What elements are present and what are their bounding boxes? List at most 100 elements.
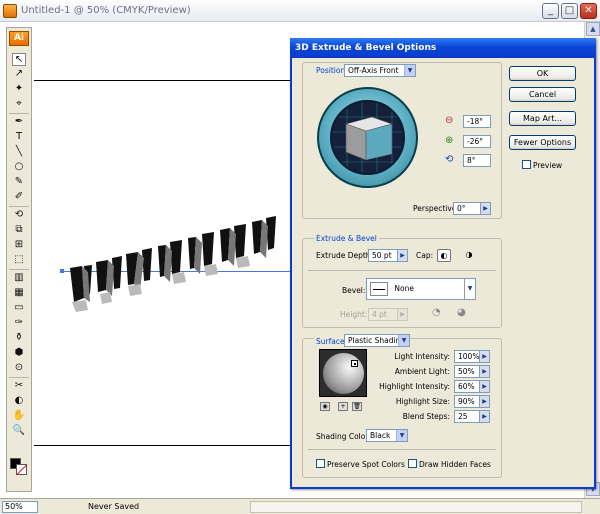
delete-light-icon[interactable]: 🗑 bbox=[352, 402, 362, 411]
perspective-slider-icon[interactable]: ▶ bbox=[480, 202, 491, 215]
scroll-up-icon[interactable]: ▲ bbox=[586, 22, 600, 36]
tools-separator bbox=[9, 377, 29, 378]
illustrator-logo: Ai bbox=[9, 31, 29, 46]
preview-checkbox[interactable] bbox=[522, 160, 531, 169]
ambient-light-field[interactable]: 50% bbox=[454, 365, 480, 378]
light-source-handle[interactable] bbox=[351, 360, 358, 367]
highlight-intensity-field[interactable]: 60% bbox=[454, 380, 480, 393]
extrude-bevel-dialog: 3D Extrude & Bevel Options Position: Off… bbox=[290, 38, 596, 489]
scale-tool[interactable]: ⧉ bbox=[12, 224, 26, 237]
bevel-extent-in-icon[interactable]: ◕ bbox=[457, 308, 466, 318]
close-button[interactable]: ✕ bbox=[580, 3, 597, 19]
document-status-text[interactable]: Never Saved bbox=[88, 502, 139, 511]
map-art-button[interactable]: Map Art... bbox=[509, 111, 576, 126]
free-transform-tool[interactable]: ⬚ bbox=[12, 254, 26, 267]
direct-selection-tool[interactable]: ↗ bbox=[12, 68, 26, 81]
slice-tool[interactable]: ✂ bbox=[12, 380, 26, 393]
chevron-down-icon: ▼ bbox=[396, 430, 407, 441]
chevron-down-icon: ▼ bbox=[464, 279, 475, 299]
type-tool[interactable]: T bbox=[12, 131, 26, 144]
light-intensity-field[interactable]: 100% bbox=[454, 350, 480, 363]
tools-separator bbox=[9, 206, 29, 207]
gradient-tool[interactable]: ✑ bbox=[12, 317, 26, 330]
preserve-spot-colors-label: Preserve Spot Colors bbox=[327, 460, 405, 469]
bevel-shape-icon bbox=[370, 282, 388, 296]
position-select-value: Off-Axis Front bbox=[348, 66, 399, 75]
window-title: Untitled-1 @ 50% (CMYK/Preview) bbox=[21, 5, 191, 16]
rotate-x-field[interactable]: -18° bbox=[463, 115, 491, 128]
rotate-tool[interactable]: ⟲ bbox=[12, 209, 26, 222]
pencil-tool[interactable]: ✐ bbox=[12, 191, 26, 204]
light-intensity-label: Light Intensity: bbox=[394, 352, 450, 361]
rotate-z-field[interactable]: 8° bbox=[463, 154, 491, 167]
line-tool[interactable]: ╲ bbox=[12, 146, 26, 159]
dialog-title: 3D Extrude & Bevel Options bbox=[290, 38, 596, 58]
surface-select[interactable]: Plastic Shading ▼ bbox=[344, 334, 410, 347]
highlight-intensity-slider-icon[interactable]: ▶ bbox=[479, 380, 490, 393]
minimize-button[interactable]: _ bbox=[542, 3, 559, 19]
height-field[interactable]: 4 pt bbox=[368, 308, 398, 321]
maximize-button[interactable]: □ bbox=[561, 3, 578, 19]
shading-color-select[interactable]: Black ▼ bbox=[366, 429, 408, 442]
zoom-level-field[interactable]: 50% bbox=[2, 501, 38, 513]
extrude-depth-slider-icon[interactable]: ▶ bbox=[397, 249, 408, 262]
rotate-x-icon: ⊖ bbox=[445, 115, 454, 126]
status-bar: 50% Never Saved bbox=[0, 498, 600, 514]
blend-steps-field[interactable]: 25 bbox=[454, 410, 480, 423]
blend-steps-slider-icon[interactable]: ▶ bbox=[479, 410, 490, 423]
extrude-depth-field[interactable]: 50 pt bbox=[368, 249, 398, 262]
rotation-trackball[interactable] bbox=[317, 87, 418, 188]
cancel-button[interactable]: Cancel bbox=[509, 87, 576, 102]
bevel-extent-out-icon[interactable]: ◔ bbox=[432, 308, 441, 318]
paintbrush-tool[interactable]: ✎ bbox=[12, 176, 26, 189]
surface-divider bbox=[308, 449, 496, 450]
cap-label: Cap: bbox=[416, 251, 434, 260]
perspective-field[interactable]: 0° bbox=[453, 202, 481, 215]
light-intensity-slider-icon[interactable]: ▶ bbox=[479, 350, 490, 363]
lasso-tool[interactable]: ⌖ bbox=[12, 98, 26, 111]
extrude-bevel-section-label: Extrude & Bevel bbox=[314, 234, 379, 243]
bevel-select[interactable]: None ▼ bbox=[366, 278, 476, 300]
artboard-bottom-edge bbox=[34, 445, 294, 446]
hand-tool[interactable]: ✋ bbox=[12, 410, 26, 423]
highlight-size-slider-icon[interactable]: ▶ bbox=[479, 395, 490, 408]
mesh-tool[interactable]: ▭ bbox=[12, 302, 26, 315]
preview-label: Preview bbox=[533, 161, 563, 170]
new-light-icon[interactable]: + bbox=[338, 402, 348, 411]
height-slider-icon[interactable]: ▶ bbox=[397, 308, 408, 321]
rotate-y-icon: ⊕ bbox=[445, 135, 454, 146]
fewer-options-button[interactable]: Fewer Options bbox=[509, 135, 576, 150]
warp-tool[interactable]: ⊞ bbox=[12, 239, 26, 252]
magic-wand-tool[interactable]: ✦ bbox=[12, 83, 26, 96]
blend-tool[interactable]: ⬢ bbox=[12, 347, 26, 360]
ellipse-tool[interactable]: ○ bbox=[12, 161, 26, 174]
horizontal-scrollbar[interactable] bbox=[250, 501, 582, 513]
shading-color-label: Shading Color: bbox=[316, 432, 371, 441]
position-select[interactable]: Off-Axis Front ▼ bbox=[344, 64, 416, 77]
extruded-text-artwork[interactable] bbox=[62, 210, 294, 320]
extrude-divider bbox=[308, 270, 496, 271]
graph-tool[interactable]: ▦ bbox=[12, 287, 26, 300]
cap-off-icon[interactable]: ◑ bbox=[462, 249, 476, 262]
selection-tool[interactable]: ↖ bbox=[12, 53, 26, 66]
move-light-back-icon[interactable]: ◉ bbox=[320, 402, 330, 411]
ok-button[interactable]: OK bbox=[509, 66, 576, 81]
preserve-spot-colors-checkbox[interactable] bbox=[316, 459, 325, 468]
eyedropper-tool[interactable]: ⚱ bbox=[12, 332, 26, 345]
cap-on-icon[interactable]: ◐ bbox=[437, 249, 451, 262]
draw-hidden-faces-checkbox[interactable] bbox=[408, 459, 417, 468]
surface-select-value: Plastic Shading bbox=[348, 336, 406, 345]
eraser-tool[interactable]: ◐ bbox=[12, 395, 26, 408]
live-paint-tool[interactable]: ⊙ bbox=[12, 362, 26, 375]
zoom-tool[interactable]: 🔍 bbox=[12, 425, 26, 438]
bevel-select-value: None bbox=[394, 284, 414, 293]
highlight-size-field[interactable]: 90% bbox=[454, 395, 480, 408]
ambient-light-slider-icon[interactable]: ▶ bbox=[479, 365, 490, 378]
bevel-label: Bevel: bbox=[342, 286, 366, 295]
symbol-sprayer-tool[interactable]: ▥ bbox=[12, 272, 26, 285]
rotate-y-field[interactable]: -26° bbox=[463, 135, 491, 148]
stroke-color-swatch[interactable] bbox=[16, 464, 27, 475]
tools-separator bbox=[9, 113, 29, 114]
lighting-sphere[interactable] bbox=[319, 349, 367, 397]
pen-tool[interactable]: ✒ bbox=[12, 116, 26, 129]
